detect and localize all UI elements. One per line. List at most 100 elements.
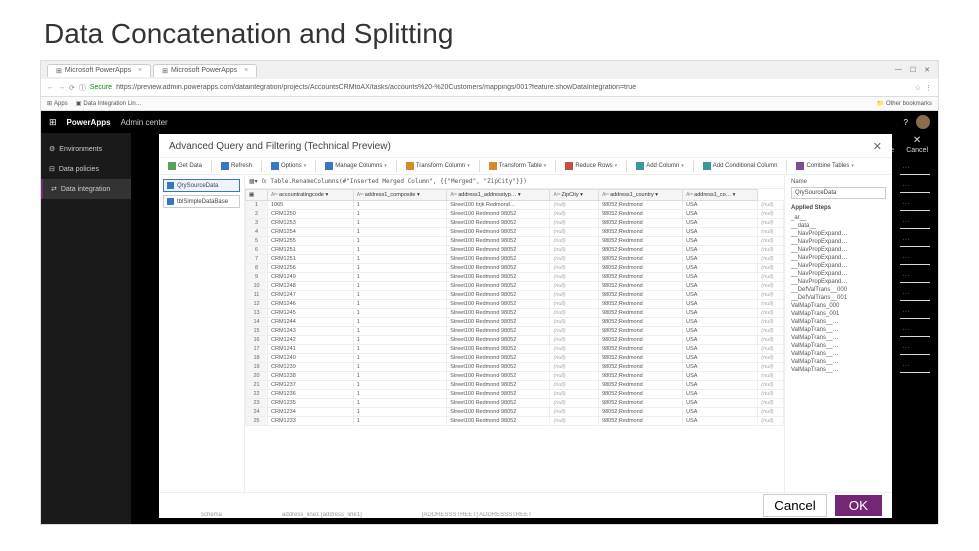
background-row: … bbox=[900, 355, 930, 373]
toolbar-options[interactable]: Options▾ bbox=[268, 162, 309, 170]
nav-data-integration[interactable]: ⇄Data integration bbox=[41, 179, 131, 199]
applied-step[interactable]: __DefValTrans__001 bbox=[791, 294, 886, 302]
applied-step[interactable]: __NavPropExpand… bbox=[791, 246, 886, 254]
applied-step[interactable]: ValMapTrans__… bbox=[791, 350, 886, 358]
table-row[interactable]: 17CRM12411Street100 Redmond 98052(null)9… bbox=[246, 345, 784, 354]
nav-data-policies[interactable]: ⊟Data policies bbox=[41, 159, 131, 179]
nav-environments[interactable]: ⚙Environments bbox=[41, 139, 131, 159]
table-row[interactable]: 12CRM12461Street100 Redmond 98052(null)9… bbox=[246, 300, 784, 309]
applied-step[interactable]: ValMapTrans__… bbox=[791, 358, 886, 366]
background-row: … bbox=[900, 265, 930, 283]
table-icon[interactable]: ▦▾ bbox=[249, 178, 258, 185]
column-header[interactable]: Aᵇᶜaddress1_composite ▾ bbox=[353, 190, 446, 201]
toolbar-get-data[interactable]: Get Data bbox=[165, 162, 205, 170]
data-grid[interactable]: ▦Aᵇᶜaccountratingcode ▾Aᵇᶜaddress1_compo… bbox=[245, 189, 784, 492]
query-source-item[interactable]: tblSimpleDataBase bbox=[163, 195, 240, 208]
bookmark-item[interactable]: ▣Data Integration Lin… bbox=[76, 100, 142, 107]
table-row[interactable]: 23CRM12351Street100 Redmond 98052(null)9… bbox=[246, 399, 784, 408]
background-row: … bbox=[900, 283, 930, 301]
column-header[interactable]: Aᵇᶜaddress1_addresstyp… ▾ bbox=[447, 190, 550, 201]
table-row[interactable]: 24CRM12341Street100 Redmond 98052(null)9… bbox=[246, 408, 784, 417]
row-selector-header[interactable]: ▦ bbox=[246, 190, 268, 201]
app-brand: PowerApps bbox=[67, 118, 111, 127]
window-max-icon[interactable]: ☐ bbox=[910, 66, 916, 74]
applied-step[interactable]: ValMapTrans_001 bbox=[791, 310, 886, 318]
table-row[interactable]: 13CRM12451Street100 Redmond 98052(null)9… bbox=[246, 309, 784, 318]
toolbar-refresh[interactable]: Refresh bbox=[218, 162, 255, 170]
toolbar-add-conditional-column[interactable]: Add Conditional Column bbox=[700, 162, 781, 170]
table-row[interactable]: 7CRM12511Street100 Redmond 98052(null)98… bbox=[246, 255, 784, 264]
url-field[interactable]: https://preview.admin.powerapps.com/data… bbox=[116, 84, 911, 91]
help-icon[interactable]: ? bbox=[904, 118, 908, 127]
waffle-icon[interactable]: ⊞ bbox=[49, 117, 57, 128]
applied-step[interactable]: __NavPropExpand… bbox=[791, 270, 886, 278]
table-row[interactable]: 9CRM12491Street100 Redmond 98052(null)98… bbox=[246, 273, 784, 282]
applied-step[interactable]: __NavPropExpand… bbox=[791, 230, 886, 238]
toolbar-transform-column[interactable]: Transform Column▾ bbox=[403, 162, 473, 170]
applied-step[interactable]: __NavPropExpand… bbox=[791, 254, 886, 262]
column-header[interactable]: AᵇᶜZipCity ▾ bbox=[550, 190, 599, 201]
table-row[interactable]: 21CRM12371Street100 Redmond 98052(null)9… bbox=[246, 381, 784, 390]
applied-step[interactable]: ValMapTrans_000 bbox=[791, 302, 886, 310]
name-label: Name bbox=[791, 179, 886, 185]
table-row[interactable]: 18CRM12401Street100 Redmond 98052(null)9… bbox=[246, 354, 784, 363]
table-row[interactable]: 11CRM12471Street100 Redmond 98052(null)9… bbox=[246, 291, 784, 300]
modal-title: Advanced Query and Filtering (Technical … bbox=[169, 141, 391, 152]
table-row[interactable]: 20CRM12381Street100 Redmond 98052(null)9… bbox=[246, 372, 784, 381]
table-row[interactable]: 5CRM12551Street100 Redmond 98052(null)98… bbox=[246, 237, 784, 246]
cancel-action[interactable]: ✕Cancel bbox=[906, 135, 928, 154]
formula-input[interactable] bbox=[270, 178, 780, 185]
table-row[interactable]: 15CRM12431Street100 Redmond 98052(null)9… bbox=[246, 327, 784, 336]
applied-step[interactable]: ValMapTrans__… bbox=[791, 318, 886, 326]
toolbar-reduce-rows[interactable]: Reduce Rows▾ bbox=[562, 162, 620, 170]
column-header[interactable]: Aᵇᶜaddress1_co… ▾ bbox=[683, 190, 758, 201]
table-row[interactable]: 25CRM12331Street100 Redmond 98052(null)9… bbox=[246, 417, 784, 426]
table-row[interactable]: 10CRM12481Street100 Redmond 98052(null)9… bbox=[246, 282, 784, 291]
query-name-input[interactable]: QrySourceData bbox=[791, 187, 886, 199]
table-row[interactable]: 14CRM12441Street100 Redmond 98052(null)9… bbox=[246, 318, 784, 327]
close-icon[interactable]: ✕ bbox=[873, 140, 882, 153]
applied-step[interactable]: ValMapTrans__… bbox=[791, 342, 886, 350]
table-row[interactable]: 110651Street100 hrjk Redmond…(null)98052… bbox=[246, 201, 784, 210]
close-tab-icon[interactable]: × bbox=[244, 67, 248, 74]
applied-step[interactable]: __NavPropExpand… bbox=[791, 238, 886, 246]
bookmark-item[interactable]: ⊞Apps bbox=[47, 100, 68, 107]
back-icon[interactable]: ← bbox=[47, 84, 54, 91]
table-row[interactable]: 2CRM12501Street100 Redmond 98052(null)98… bbox=[246, 210, 784, 219]
toolbar-add-column[interactable]: Add Column▾ bbox=[633, 162, 687, 170]
other-bookmarks[interactable]: 📁 Other bookmarks bbox=[876, 100, 932, 107]
applied-step[interactable]: _ar__ bbox=[791, 214, 886, 222]
browser-menu-icon[interactable]: ⋮ bbox=[925, 84, 932, 92]
forward-icon[interactable]: → bbox=[58, 84, 65, 91]
browser-tab-bar: ⊞Microsoft PowerApps× ⊞Microsoft PowerAp… bbox=[41, 61, 938, 79]
table-row[interactable]: 4CRM12541Street100 Redmond 98052(null)98… bbox=[246, 228, 784, 237]
column-header[interactable]: Aᵇᶜaccountratingcode ▾ bbox=[268, 190, 354, 201]
table-row[interactable]: 19CRM12391Street100 Redmond 98052(null)9… bbox=[246, 363, 784, 372]
applied-step[interactable]: __NavPropExpand… bbox=[791, 262, 886, 270]
applied-step[interactable]: __NavPropExpand… bbox=[791, 278, 886, 286]
table-row[interactable]: 8CRM12561Street100 Redmond 98052(null)98… bbox=[246, 264, 784, 273]
table-row[interactable]: 22CRM12361Street100 Redmond 98052(null)9… bbox=[246, 390, 784, 399]
table-row[interactable]: 3CRM12531Street100 Redmond 98052(null)98… bbox=[246, 219, 784, 228]
applied-step[interactable]: ValMapTrans__… bbox=[791, 366, 886, 374]
applied-step[interactable]: __DefValTrans__000 bbox=[791, 286, 886, 294]
toolbar-manage-columns[interactable]: Manage Columns▾ bbox=[322, 162, 390, 170]
window-min-icon[interactable]: — bbox=[895, 66, 902, 74]
window-close-icon[interactable]: ✕ bbox=[924, 66, 930, 74]
table-row[interactable]: 16CRM12421Street100 Redmond 98052(null)9… bbox=[246, 336, 784, 345]
app-section: Admin center bbox=[121, 118, 168, 127]
applied-step[interactable]: __data__ bbox=[791, 222, 886, 230]
toolbar-combine-tables[interactable]: Combine Tables▾ bbox=[793, 162, 856, 170]
reload-icon[interactable]: ⟳ bbox=[69, 84, 75, 92]
avatar[interactable] bbox=[916, 115, 930, 129]
bookmark-star-icon[interactable]: ☆ bbox=[915, 84, 921, 92]
applied-step[interactable]: ValMapTrans__… bbox=[791, 326, 886, 334]
query-source-item[interactable]: QrySourceData bbox=[163, 179, 240, 192]
column-header[interactable]: Aᵇᶜaddress1_country ▾ bbox=[599, 190, 683, 201]
toolbar-transform-table[interactable]: Transform Table▾ bbox=[486, 162, 550, 170]
browser-tab[interactable]: ⊞Microsoft PowerApps× bbox=[47, 64, 151, 77]
table-row[interactable]: 6CRM12511Street100 Redmond 98052(null)98… bbox=[246, 246, 784, 255]
applied-step[interactable]: ValMapTrans__… bbox=[791, 334, 886, 342]
browser-tab[interactable]: ⊞Microsoft PowerApps× bbox=[153, 64, 257, 77]
close-tab-icon[interactable]: × bbox=[138, 67, 142, 74]
